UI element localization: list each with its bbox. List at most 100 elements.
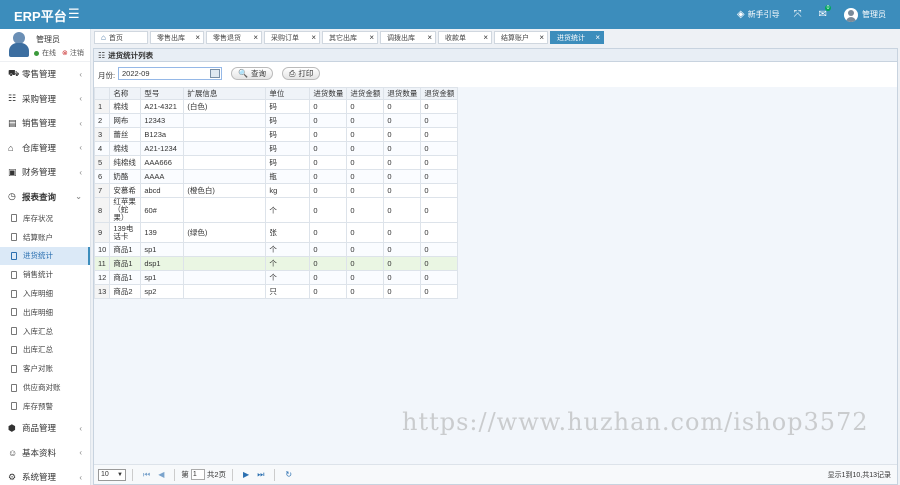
guide-button[interactable]: ◈ 新手引导 — [737, 9, 780, 20]
close-icon[interactable]: × — [195, 33, 200, 42]
table-row[interactable]: 9 139电话卡 139 (绿色) 张 0 0 0 0 — [94, 222, 459, 243]
table-row[interactable]: 13 商品2 sp2 只 0 0 0 0 — [94, 284, 459, 299]
nav-group-products[interactable]: ⬢ 商品管理 ‹ — [0, 416, 90, 441]
refresh-icon[interactable]: ↻ — [285, 470, 292, 479]
close-icon[interactable]: × — [595, 33, 600, 42]
table-row[interactable]: 4 棉线 A21-1234 码 0 0 0 0 — [94, 141, 459, 156]
month-input[interactable]: 2022-09 — [118, 67, 222, 80]
table-cell: kg — [265, 183, 311, 198]
table-cell: 0 — [383, 141, 422, 156]
column-header[interactable]: 单位 — [265, 87, 311, 100]
column-header[interactable]: 退货数量 — [383, 87, 422, 100]
last-page-icon[interactable]: ⏭ — [257, 470, 264, 480]
sidebar-item-inbound-detail[interactable]: 入库明细 — [0, 284, 90, 303]
close-icon[interactable]: × — [369, 33, 374, 42]
close-icon[interactable]: × — [427, 33, 432, 42]
table-cell: 棉线 — [109, 141, 142, 156]
close-icon[interactable]: × — [311, 33, 316, 42]
fullscreen-button[interactable]: ⤧ — [794, 9, 805, 20]
hamburger-menu-icon[interactable]: ☰ — [68, 6, 80, 22]
nav-group-reports[interactable]: ◷ 报表查询 ⌄ — [0, 185, 90, 210]
nav-group-sales[interactable]: ▤ 销售管理 ‹ — [0, 111, 90, 136]
column-header[interactable]: 扩展信息 — [183, 87, 267, 100]
table-row[interactable]: 3 蕾丝 B123a 码 0 0 0 0 — [94, 127, 459, 142]
close-icon[interactable]: × — [483, 33, 488, 42]
guide-label: 新手引导 — [747, 10, 780, 19]
tab-other-out[interactable]: 其它出库 × — [322, 31, 378, 44]
column-header[interactable]: 名称 — [109, 87, 142, 100]
nav-group-basic-data[interactable]: ☺ 基本资料 ‹ — [0, 440, 90, 465]
table-row[interactable]: 1 棉线 A21-4321 (白色) 码 0 0 0 0 — [94, 99, 459, 114]
table-cell: 红苹果（蛇果） — [109, 197, 142, 223]
nav-group-purchase[interactable]: ☷ 采购管理 ‹ — [0, 87, 90, 112]
table-cell: 0 — [383, 155, 422, 170]
table-cell: AAA666 — [140, 155, 185, 170]
table-row[interactable]: 5 纯棉线 AAA666 码 0 0 0 0 — [94, 155, 459, 170]
logout-link[interactable]: ⊗ 注销 — [62, 48, 84, 58]
chevron-down-icon: ▼ — [117, 471, 123, 478]
tab-purchase-stats[interactable]: 进货统计 × — [550, 31, 604, 44]
row-number: 3 — [94, 127, 111, 142]
row-number: 7 — [94, 183, 111, 198]
first-page-icon[interactable]: ⏮ — [143, 470, 150, 480]
sidebar-item-sales-stats[interactable]: 销售统计 — [0, 265, 90, 284]
file-icon — [11, 270, 17, 279]
tab-home[interactable]: ⌂ 首页 — [94, 31, 148, 44]
table-cell — [183, 197, 267, 223]
close-icon[interactable]: × — [253, 33, 258, 42]
tab-retail-return[interactable]: 零售退货 × — [206, 31, 262, 44]
sidebar-item-supplier-reconcile[interactable]: 供应商对账 — [0, 378, 90, 397]
calendar-icon[interactable] — [210, 69, 220, 78]
file-icon — [11, 308, 17, 317]
table-cell — [183, 270, 267, 285]
tab-transfer-out[interactable]: 调拨出库 × — [380, 31, 436, 44]
user-avatar — [8, 32, 30, 58]
sidebar-item-customer-reconcile[interactable]: 客户对账 — [0, 359, 90, 378]
table-row[interactable]: 10 商品1 sp1 个 0 0 0 0 — [94, 242, 459, 257]
sidebar-item-stock-status[interactable]: 库存状况 — [0, 209, 90, 228]
sidebar-item-inbound-summary[interactable]: 入库汇总 — [0, 322, 90, 341]
sidebar-item-settlement-account[interactable]: 结算账户 — [0, 228, 90, 247]
sidebar-item-purchase-stats[interactable]: 进货统计 — [0, 246, 90, 266]
table-row[interactable]: 12 商品1 sp1 个 0 0 0 0 — [94, 270, 459, 285]
sidebar-item-outbound-detail[interactable]: 出库明细 — [0, 303, 90, 322]
table-cell: B123a — [140, 127, 185, 142]
page-number-input[interactable]: 1 — [190, 469, 205, 480]
table-cell: 张 — [265, 222, 311, 243]
column-header[interactable]: 进货金额 — [346, 87, 385, 100]
column-header[interactable]: 退货金额 — [420, 87, 459, 100]
sidebar-item-outbound-summary[interactable]: 出库汇总 — [0, 341, 90, 360]
panel-title: 进货统计列表 — [108, 50, 154, 60]
column-header[interactable]: 进货数量 — [309, 87, 348, 100]
tab-purchase-order[interactable]: 采购订单 × — [264, 31, 320, 44]
sidebar-item-stock-alert[interactable]: 库存预警 — [0, 397, 90, 416]
table-row[interactable]: 11 商品1 dsp1 个 0 0 0 0 — [94, 256, 459, 271]
table-row[interactable]: 8 红苹果（蛇果） 60# 个 0 0 0 0 — [94, 197, 459, 223]
table-row[interactable]: 6 奶酪 AAAA 瓶 0 0 0 0 — [94, 169, 459, 184]
tab-bar: ⌂ 首页 零售出库 × 零售退货 × 采购订单 × 其它出库 × 调拨出库 × 收款单 × … — [92, 29, 900, 45]
table-row[interactable]: 2 网布 12343 码 0 0 0 0 — [94, 113, 459, 128]
nav-group-warehouse[interactable]: ⌂ 仓库管理 ‹ — [0, 136, 90, 161]
tab-settlement-account[interactable]: 结算账户 × — [494, 31, 548, 44]
table-cell: 0 — [346, 270, 385, 285]
nav-group-finance[interactable]: ▣ 财务管理 ‹ — [0, 160, 90, 185]
page-size-select[interactable]: 10 ▼ — [98, 468, 126, 481]
tab-receipt[interactable]: 收款单 × — [438, 31, 492, 44]
file-icon — [11, 251, 17, 260]
table-cell — [183, 284, 267, 299]
print-button[interactable]: ⎙ 打印 — [282, 67, 321, 80]
tab-retail-out[interactable]: 零售出库 × — [150, 31, 204, 44]
online-dot-icon — [34, 50, 39, 56]
close-icon[interactable]: × — [539, 33, 544, 42]
nav-group-retail[interactable]: ⛟ 零售管理 ‹ — [0, 62, 90, 87]
mail-button[interactable]: ✉ 0 — [819, 5, 832, 20]
nav-group-system[interactable]: ⚙ 系统管理 ‹ — [0, 465, 90, 485]
user-menu[interactable]: 管理员 — [844, 7, 886, 22]
table-row[interactable]: 7 安慕希 abcd (橙色白) kg 0 0 0 0 — [94, 183, 459, 198]
column-header[interactable]: 型号 — [140, 87, 185, 100]
next-page-icon[interactable]: ▶ — [243, 470, 249, 479]
table-cell: 0 — [346, 113, 385, 128]
prev-page-icon[interactable]: ◀ — [158, 470, 164, 479]
query-button[interactable]: 🔍 查询 — [231, 67, 273, 80]
table-cell: 0 — [309, 284, 348, 299]
